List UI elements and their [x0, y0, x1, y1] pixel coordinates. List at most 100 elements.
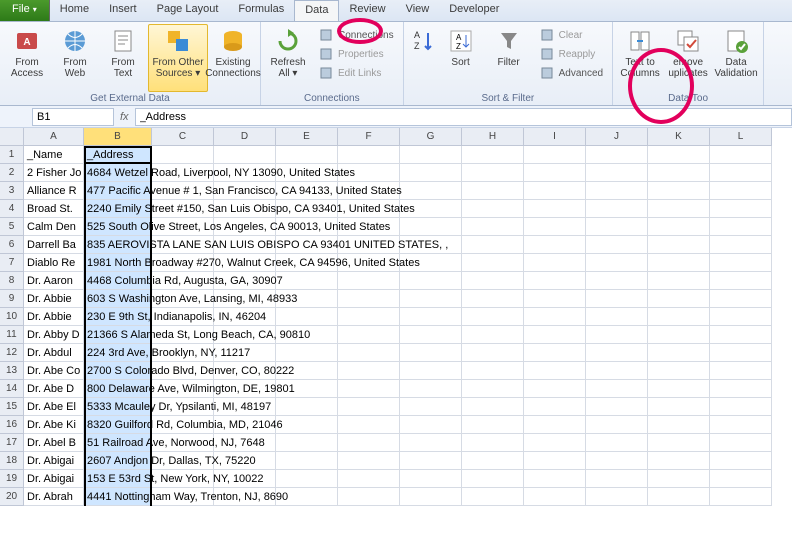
cell[interactable]: Dr. Abe El — [24, 398, 84, 416]
cell[interactable] — [710, 380, 772, 398]
cell[interactable] — [400, 452, 462, 470]
cell[interactable] — [710, 434, 772, 452]
cell[interactable] — [524, 218, 586, 236]
cell[interactable] — [524, 236, 586, 254]
cell[interactable] — [524, 200, 586, 218]
cell[interactable] — [524, 344, 586, 362]
cell[interactable] — [462, 182, 524, 200]
filter-button[interactable]: Filter — [486, 24, 532, 92]
cell[interactable] — [400, 308, 462, 326]
cell[interactable] — [338, 326, 400, 344]
cell[interactable] — [462, 218, 524, 236]
tab-data[interactable]: Data — [294, 0, 339, 21]
cell[interactable] — [338, 380, 400, 398]
column-header-B[interactable]: B — [84, 128, 152, 146]
cell[interactable]: Dr. Abbie — [24, 290, 84, 308]
cell[interactable] — [524, 362, 586, 380]
cell[interactable] — [276, 308, 338, 326]
cell[interactable] — [648, 416, 710, 434]
cell[interactable] — [276, 434, 338, 452]
cell[interactable]: Calm Den — [24, 218, 84, 236]
cell[interactable]: 4684 Wetzel Road, Liverpool, NY 13090, U… — [84, 164, 152, 182]
cell[interactable]: 5333 Mcauley Dr, Ypsilanti, MI, 48197 — [84, 398, 152, 416]
cell[interactable]: 4441 Nottingham Way, Trenton, NJ, 8690 — [84, 488, 152, 506]
cell[interactable]: 224 3rd Ave, Brooklyn, NY, 11217 — [84, 344, 152, 362]
cell[interactable] — [462, 344, 524, 362]
fx-icon[interactable]: fx — [120, 111, 129, 123]
column-header-H[interactable]: H — [462, 128, 524, 146]
cell[interactable] — [648, 452, 710, 470]
cell[interactable] — [648, 488, 710, 506]
connections-button[interactable]: Connections — [315, 26, 397, 44]
row-header[interactable]: 14 — [0, 380, 24, 398]
cell[interactable] — [338, 470, 400, 488]
row-header[interactable]: 6 — [0, 236, 24, 254]
from-other-sources-button[interactable]: From Other Sources ▾ — [148, 24, 208, 92]
cell[interactable] — [648, 164, 710, 182]
row-header[interactable]: 17 — [0, 434, 24, 452]
cell[interactable]: 835 AEROVISTA LANE SAN LUIS OBISPO CA 93… — [84, 236, 152, 254]
cell[interactable]: 2700 S Colorado Blvd, Denver, CO, 80222 — [84, 362, 152, 380]
advanced-button[interactable]: Advanced — [536, 64, 606, 82]
row-header[interactable]: 8 — [0, 272, 24, 290]
cell[interactable] — [710, 308, 772, 326]
cell[interactable] — [586, 434, 648, 452]
name-box[interactable] — [32, 108, 114, 126]
cell[interactable] — [648, 146, 710, 164]
cell[interactable] — [710, 470, 772, 488]
cell[interactable] — [276, 344, 338, 362]
cell[interactable] — [648, 254, 710, 272]
cell[interactable] — [338, 452, 400, 470]
cell[interactable] — [586, 254, 648, 272]
cell[interactable]: 8320 Guilford Rd, Columbia, MD, 21046 — [84, 416, 152, 434]
cell[interactable] — [462, 470, 524, 488]
cell[interactable] — [710, 200, 772, 218]
cell[interactable]: Broad St. — [24, 200, 84, 218]
cell[interactable] — [648, 308, 710, 326]
cell[interactable] — [462, 308, 524, 326]
cell[interactable] — [462, 488, 524, 506]
cell[interactable] — [586, 200, 648, 218]
cell[interactable] — [462, 200, 524, 218]
cell[interactable] — [462, 380, 524, 398]
cell[interactable] — [710, 218, 772, 236]
cell[interactable] — [338, 362, 400, 380]
cell[interactable]: 603 S Washington Ave, Lansing, MI, 48933 — [84, 290, 152, 308]
cell[interactable] — [400, 398, 462, 416]
cell[interactable]: Dr. Abe Co — [24, 362, 84, 380]
row-header[interactable]: 4 — [0, 200, 24, 218]
cell[interactable] — [648, 398, 710, 416]
cell[interactable]: 477 Pacific Avenue # 1, San Francisco, C… — [84, 182, 152, 200]
row-header[interactable]: 5 — [0, 218, 24, 236]
from-web-button[interactable]: From Web — [52, 24, 98, 92]
cell[interactable] — [400, 146, 462, 164]
cell[interactable] — [586, 470, 648, 488]
cell[interactable]: 2240 Emily Street #150, San Luis Obispo,… — [84, 200, 152, 218]
tab-file[interactable]: File — [0, 0, 50, 21]
cell[interactable] — [710, 416, 772, 434]
cell[interactable]: _Address — [84, 146, 152, 164]
row-header[interactable]: 12 — [0, 344, 24, 362]
cell[interactable] — [400, 416, 462, 434]
row-header[interactable]: 1 — [0, 146, 24, 164]
cell[interactable] — [524, 470, 586, 488]
column-header-L[interactable]: L — [710, 128, 772, 146]
cell[interactable] — [586, 488, 648, 506]
cell[interactable] — [400, 380, 462, 398]
cell[interactable]: _Name — [24, 146, 84, 164]
cell[interactable] — [648, 182, 710, 200]
cell[interactable] — [524, 308, 586, 326]
data-validation-button[interactable]: Data Validation — [713, 24, 759, 92]
cell[interactable] — [462, 254, 524, 272]
from-access-button[interactable]: AFrom Access — [4, 24, 50, 92]
cell[interactable] — [524, 182, 586, 200]
cell[interactable] — [462, 236, 524, 254]
cell[interactable] — [400, 272, 462, 290]
cell[interactable] — [462, 398, 524, 416]
cell[interactable] — [648, 362, 710, 380]
cell[interactable] — [462, 290, 524, 308]
cell[interactable] — [276, 452, 338, 470]
row-header[interactable]: 18 — [0, 452, 24, 470]
row-header[interactable]: 10 — [0, 308, 24, 326]
cell[interactable] — [524, 452, 586, 470]
